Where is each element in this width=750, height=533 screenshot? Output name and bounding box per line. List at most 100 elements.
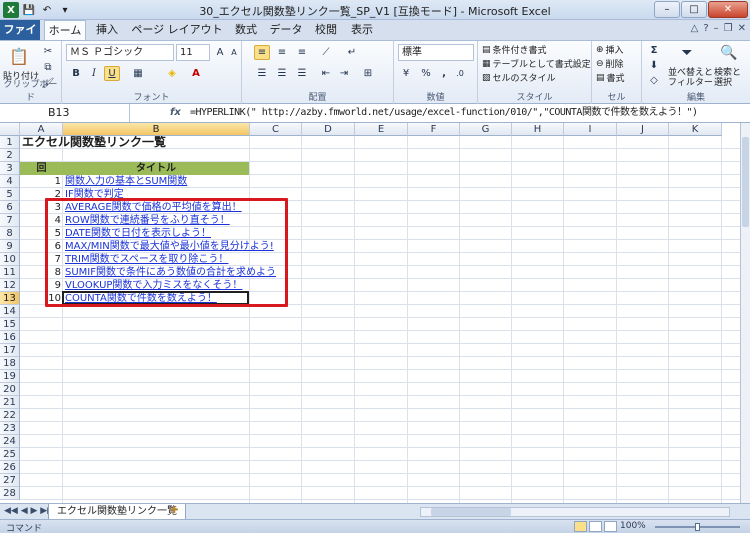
- align-top-icon[interactable]: ≡: [254, 45, 270, 60]
- fill-icon[interactable]: ⬇: [646, 58, 662, 73]
- wrap-text-icon[interactable]: ↵: [344, 45, 360, 60]
- row-header-3[interactable]: 3: [0, 162, 20, 175]
- tab-review[interactable]: 校閲: [310, 20, 342, 40]
- vertical-scroll-thumb[interactable]: [742, 137, 749, 227]
- horizontal-scroll-thumb[interactable]: [431, 508, 511, 516]
- underline-button[interactable]: U: [104, 66, 120, 81]
- sort-filter-label-2[interactable]: フィルター: [668, 75, 713, 88]
- format-cells-button[interactable]: ▤ 書式: [596, 71, 625, 85]
- align-center-icon[interactable]: ☰: [274, 66, 290, 81]
- row-header-5[interactable]: 5: [0, 188, 20, 201]
- column-header-e[interactable]: E: [355, 123, 408, 136]
- column-header-h[interactable]: H: [512, 123, 564, 136]
- row-header-8[interactable]: 8: [0, 227, 20, 240]
- align-bottom-icon[interactable]: ≡: [294, 45, 310, 60]
- tab-formulas[interactable]: 数式: [230, 20, 262, 40]
- align-middle-icon[interactable]: ≡: [274, 45, 290, 60]
- hyperlink-cell[interactable]: 関数入力の基本とSUM関数: [63, 175, 295, 188]
- row-header-27[interactable]: 27: [0, 474, 20, 487]
- row-header-23[interactable]: 23: [0, 422, 20, 435]
- column-header-d[interactable]: D: [302, 123, 355, 136]
- shrink-font-icon[interactable]: A: [226, 45, 242, 60]
- tab-insert[interactable]: 挿入: [90, 20, 124, 40]
- zoom-slider-knob[interactable]: [695, 523, 700, 531]
- column-header-k[interactable]: K: [669, 123, 722, 136]
- autosum-button[interactable]: Σ: [646, 43, 662, 58]
- row-header-22[interactable]: 22: [0, 409, 20, 422]
- tab-data[interactable]: データ: [266, 20, 306, 40]
- percent-button[interactable]: %: [418, 66, 434, 81]
- row-header-17[interactable]: 17: [0, 344, 20, 357]
- column-header-i[interactable]: I: [564, 123, 617, 136]
- align-left-icon[interactable]: ☰: [254, 66, 270, 81]
- cut-icon[interactable]: ✂: [40, 44, 56, 59]
- column-header-c[interactable]: C: [250, 123, 302, 136]
- tab-file[interactable]: ファイル: [0, 20, 40, 56]
- vertical-scrollbar[interactable]: [740, 123, 750, 503]
- row-header-10[interactable]: 10: [0, 253, 20, 266]
- font-color-icon[interactable]: A: [188, 66, 204, 81]
- row-header-16[interactable]: 16: [0, 331, 20, 344]
- row-header-26[interactable]: 26: [0, 461, 20, 474]
- comma-button[interactable]: ,: [436, 66, 452, 81]
- help-icon[interactable]: ?: [703, 23, 708, 34]
- font-size-dropdown[interactable]: 11: [176, 44, 210, 61]
- merge-center-icon[interactable]: ⊞: [360, 66, 376, 81]
- new-sheet-icon[interactable]: ✚: [170, 505, 178, 516]
- italic-button[interactable]: I: [86, 66, 102, 81]
- paste-icon[interactable]: 📋: [8, 45, 30, 67]
- decimal-icon[interactable]: .0: [452, 66, 468, 81]
- decrease-indent-icon[interactable]: ⇤: [318, 66, 334, 81]
- doc-close-icon[interactable]: ✕: [738, 23, 746, 34]
- fill-color-icon[interactable]: ◈: [164, 66, 180, 81]
- tab-view[interactable]: 表示: [346, 20, 378, 40]
- delete-cells-button[interactable]: ⊖ 削除: [596, 57, 624, 71]
- column-header-f[interactable]: F: [408, 123, 460, 136]
- formula-input[interactable]: =HYPERLINK(" http://azby.fmworld.net/usa…: [190, 104, 730, 122]
- normal-view-icon[interactable]: [574, 521, 587, 532]
- number-format-dropdown[interactable]: 標準: [398, 44, 474, 61]
- minimize-button[interactable]: –: [654, 1, 680, 18]
- row-header-11[interactable]: 11: [0, 266, 20, 279]
- maximize-button[interactable]: □: [681, 1, 707, 18]
- row-header-25[interactable]: 25: [0, 448, 20, 461]
- row-header-1[interactable]: 1: [0, 136, 20, 149]
- collapse-ribbon-icon[interactable]: △: [691, 23, 699, 34]
- row-header-9[interactable]: 9: [0, 240, 20, 253]
- copy-icon[interactable]: ⧉: [40, 60, 56, 75]
- row-header-13[interactable]: 13: [0, 292, 20, 305]
- row-header-12[interactable]: 12: [0, 279, 20, 292]
- row-header-4[interactable]: 4: [0, 175, 20, 188]
- currency-icon[interactable]: ¥: [398, 66, 414, 81]
- find-select-label-2[interactable]: 選択: [714, 75, 732, 88]
- column-header-j[interactable]: J: [617, 123, 669, 136]
- border-icon[interactable]: ▦: [130, 66, 146, 81]
- format-table-button[interactable]: ▦ テーブルとして書式設定: [482, 57, 591, 71]
- sheet-nav-buttons[interactable]: ◀◀ ◀ ▶ ▶▶: [4, 506, 54, 516]
- find-select-icon[interactable]: 🔍: [718, 43, 740, 63]
- tab-page-layout[interactable]: ページ レイアウト: [128, 20, 226, 40]
- row-header-7[interactable]: 7: [0, 214, 20, 227]
- page-layout-view-icon[interactable]: [589, 521, 602, 532]
- sort-filter-icon[interactable]: ⏷: [676, 43, 698, 63]
- row-header-20[interactable]: 20: [0, 383, 20, 396]
- column-header-b[interactable]: B: [63, 123, 250, 136]
- doc-minimize-icon[interactable]: –: [714, 23, 719, 34]
- row-header-24[interactable]: 24: [0, 435, 20, 448]
- row-header-28[interactable]: 28: [0, 487, 20, 500]
- doc-restore-icon[interactable]: ❐: [724, 23, 733, 34]
- row-header-15[interactable]: 15: [0, 318, 20, 331]
- insert-cells-button[interactable]: ⊕ 挿入: [596, 43, 624, 57]
- close-button[interactable]: ✕: [708, 1, 748, 18]
- row-header-2[interactable]: 2: [0, 149, 20, 162]
- row-header-18[interactable]: 18: [0, 357, 20, 370]
- page-break-view-icon[interactable]: [604, 521, 617, 532]
- name-box[interactable]: B13: [0, 104, 130, 122]
- align-right-icon[interactable]: ☰: [294, 66, 310, 81]
- select-all-corner[interactable]: [0, 123, 20, 136]
- font-name-dropdown[interactable]: ＭＳ Ｐゴシック: [66, 44, 174, 61]
- sheet-tab-active[interactable]: エクセル関数塾リンク一覧: [48, 504, 186, 520]
- zoom-level[interactable]: 100%: [620, 521, 646, 531]
- orientation-icon[interactable]: ⟋: [318, 45, 334, 60]
- fx-icon[interactable]: fx: [132, 104, 187, 122]
